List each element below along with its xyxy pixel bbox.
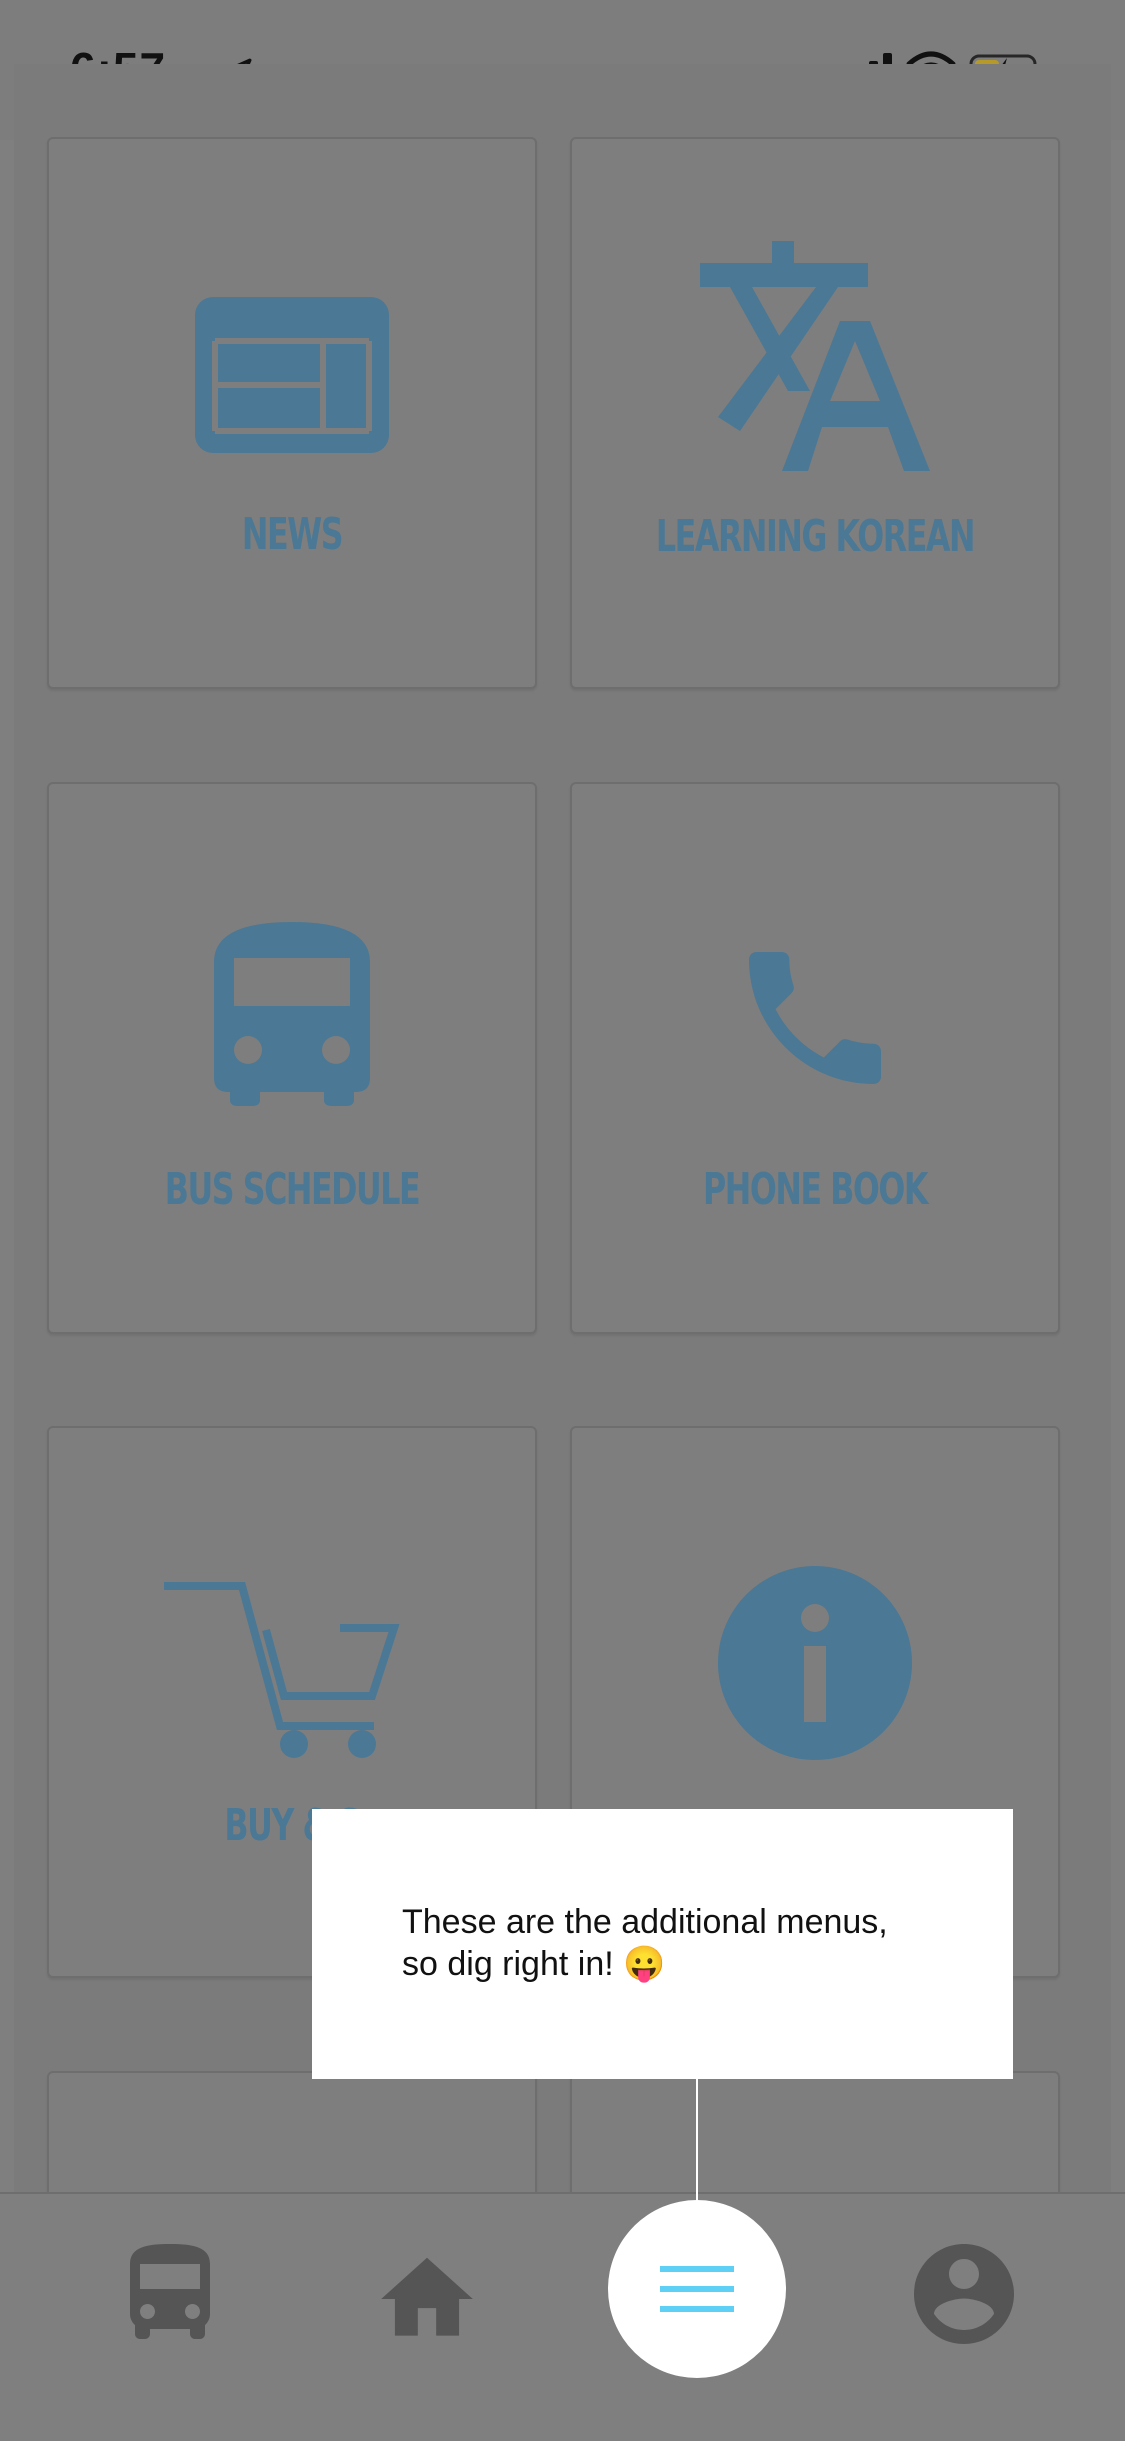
card-label: NEWS: [241, 509, 344, 560]
tooltip-text-line1: These are the additional menus,: [402, 1903, 888, 1941]
card-bus-schedule[interactable]: BUS SCHEDULE: [47, 782, 537, 1334]
card-label: LEARNING KOREAN: [655, 511, 976, 562]
card-learning-korean[interactable]: LEARNING KOREAN: [570, 137, 1060, 689]
info-icon: [718, 1566, 912, 1760]
menu-icon: [660, 2266, 734, 2312]
home-icon[interactable]: [372, 2244, 482, 2354]
card-label: PHONE BOOK: [702, 1164, 928, 1215]
account-icon[interactable]: [904, 2234, 1024, 2354]
tooltip-popup: These are the additional menus, so dig r…: [312, 1809, 1013, 2079]
cart-icon: [164, 1582, 400, 1758]
translate-icon: [700, 241, 930, 471]
tooltip-connector: [696, 2079, 698, 2203]
phone-icon: [749, 952, 881, 1084]
card-phone-book[interactable]: PHONE BOOK: [570, 782, 1060, 1334]
bus-icon: [214, 922, 370, 1106]
menu-button[interactable]: [608, 2200, 786, 2378]
bottom-nav: [0, 2192, 1125, 2441]
tooltip-text-line2: so dig right in! 😛: [402, 1945, 666, 1983]
card-label: BUS SCHEDULE: [164, 1164, 421, 1215]
card-news[interactable]: NEWS: [47, 137, 537, 689]
newspaper-icon: [195, 297, 389, 453]
bus-icon[interactable]: [110, 2234, 230, 2354]
